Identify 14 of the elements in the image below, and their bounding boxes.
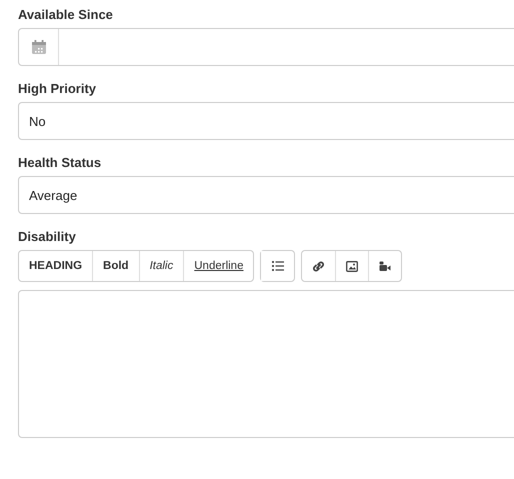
field-label: Disability [18, 229, 77, 245]
date-field[interactable] [18, 28, 514, 66]
select-field[interactable]: No [18, 102, 514, 140]
field-label: High Priority [18, 81, 98, 97]
image-icon [346, 260, 358, 272]
link-icon [313, 260, 324, 272]
underline-button[interactable]: Underline [183, 251, 254, 281]
list-icon [272, 261, 284, 271]
video-camera-icon [379, 260, 392, 272]
field-label: Health Status [18, 155, 102, 171]
calendar-icon [30, 39, 46, 55]
field-label: Available Since [18, 7, 114, 23]
select-field[interactable]: Average [18, 176, 514, 214]
toolbar-button[interactable] [368, 251, 402, 281]
